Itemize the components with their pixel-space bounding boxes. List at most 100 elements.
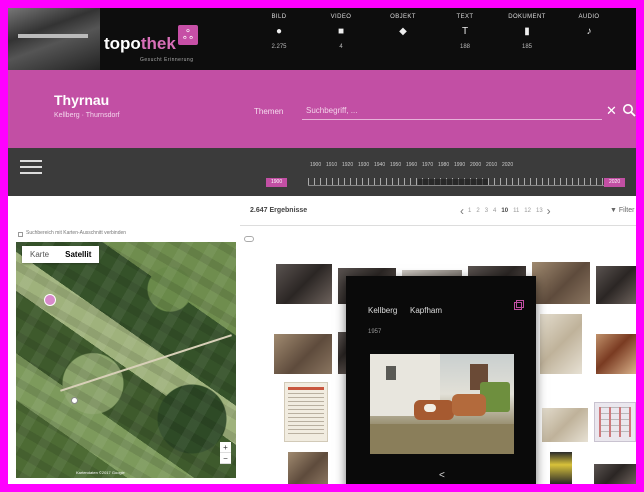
media-label: AUDIO (578, 14, 600, 20)
photo-cow (452, 394, 486, 416)
audio-icon: ♪ (586, 26, 592, 37)
logo-mark-icon: ஃ (178, 25, 198, 45)
map-sync-checkbox[interactable] (18, 232, 23, 237)
map-road (60, 334, 232, 392)
page-number[interactable]: 4 (493, 208, 496, 214)
media-label: OBJEKT (390, 14, 416, 20)
popup-location[interactable]: Kellberg (368, 306, 397, 315)
zoom-out-button[interactable]: − (220, 453, 231, 464)
result-thumbnail[interactable] (594, 464, 636, 484)
object-icon: ◆ (399, 26, 407, 37)
search-icon[interactable] (622, 103, 636, 117)
menu-icon[interactable] (20, 160, 42, 176)
page-number[interactable]: 12 (524, 208, 531, 214)
page-number[interactable]: 2 (476, 208, 479, 214)
page-list: 1 2 3 4 10 11 12 13 (468, 208, 543, 214)
map-marker-icon[interactable] (44, 294, 56, 306)
media-label: TEXT (456, 14, 474, 20)
timeline-year[interactable]: 1900 (310, 162, 321, 168)
timeline-year[interactable]: 2000 (470, 162, 481, 168)
next-page-icon[interactable]: › (547, 204, 551, 218)
video-icon: ■ (337, 26, 345, 37)
search-input[interactable] (302, 102, 602, 120)
satellite-map[interactable]: Karte Satellit + − Kartendaten ©2017 Goo… (16, 242, 236, 478)
result-thumbnail[interactable] (596, 266, 636, 304)
map-tab-map[interactable]: Karte (22, 246, 57, 263)
result-thumbnail[interactable] (274, 334, 332, 374)
result-thumbnail[interactable] (288, 452, 328, 484)
timeline-year[interactable]: 1990 (454, 162, 465, 168)
map-attribution: Kartendaten ©2017 Google (76, 470, 125, 475)
detail-popup[interactable]: Kellberg Kapfham 1957 < (346, 276, 536, 484)
map-sync-label: Suchbereich mit Karten-Ausschnitt verbin… (26, 230, 127, 236)
timeline-year[interactable]: 1920 (342, 162, 353, 168)
media-label: VIDEO (330, 14, 352, 20)
map-marker-icon[interactable] (71, 397, 78, 404)
logo-text-b: thek (140, 34, 176, 53)
result-thumbnail[interactable] (594, 402, 636, 442)
photo-ground (370, 424, 514, 454)
share-icon[interactable]: < (439, 470, 445, 481)
map-tab-satellite[interactable]: Satellit (57, 246, 99, 263)
timeline-selection (418, 179, 488, 185)
zoom-in-button[interactable]: + (220, 442, 231, 453)
page-number[interactable]: 11 (513, 208, 519, 214)
media-count: 185 (521, 44, 532, 50)
circle-icon: ● (275, 26, 283, 37)
result-thumbnail[interactable] (532, 262, 590, 304)
expand-icon[interactable] (514, 300, 524, 310)
header: topothek ஃ Gesucht Erinnerung BILD ● 2.2… (8, 8, 636, 70)
result-thumbnail[interactable] (596, 334, 636, 374)
timeline-year[interactable]: 1960 (406, 162, 417, 168)
result-thumbnail[interactable] (276, 264, 332, 304)
filter-button[interactable]: ▼ Filter (610, 207, 634, 214)
media-count: 4 (339, 44, 343, 50)
result-thumbnail[interactable] (542, 408, 588, 442)
timeline-year[interactable]: 1940 (374, 162, 385, 168)
page-number[interactable]: 3 (485, 208, 488, 214)
map-zoom-control: + − (220, 442, 231, 464)
timeline-year[interactable]: 1930 (358, 162, 369, 168)
text-icon: T (461, 26, 469, 37)
logo-photo (8, 8, 100, 70)
result-thumbnail[interactable] (540, 314, 582, 374)
timeline-year[interactable]: 1980 (438, 162, 449, 168)
result-thumbnail[interactable] (550, 452, 572, 484)
timeline-end-handle[interactable]: 2020 (604, 178, 626, 187)
map-panel: Suchbereich mit Karten-Ausschnitt verbin… (8, 196, 240, 484)
topics-dropdown[interactable]: Themen (254, 107, 283, 116)
media-tab-audio[interactable]: AUDIO ♪ (558, 14, 620, 50)
page-number[interactable]: 1 (468, 208, 471, 214)
timeline-year[interactable]: 1910 (326, 162, 337, 168)
pagination: ‹ 1 2 3 4 10 11 12 13 › (460, 204, 551, 218)
logo[interactable]: topothek (104, 34, 176, 54)
results-header: 2.647 Ergebnisse ‹ 1 2 3 4 10 11 12 13 › ▼ Filt… (240, 196, 636, 226)
media-tab-image[interactable]: BILD ● 2.275 (248, 14, 310, 50)
timeline-years: 1900 1910 1920 1930 1940 1950 1960 1970 1980 1990… (310, 162, 513, 168)
timeline-year[interactable]: 1970 (422, 162, 433, 168)
media-label: DOKUMENT (508, 14, 546, 20)
popup-photo[interactable] (370, 354, 514, 454)
logo-tagline: Gesucht Erinnerung (140, 57, 194, 63)
map-type-toggle: Karte Satellit (22, 246, 100, 263)
result-thumbnail[interactable] (284, 382, 328, 442)
media-tab-video[interactable]: VIDEO ■ 4 (310, 14, 372, 50)
media-tab-object[interactable]: OBJEKT ◆ (372, 14, 434, 50)
media-count: 188 (459, 44, 470, 50)
title-search-bar: Thyrnau Kellberg · Thurnsdorf Themen ✕ (8, 70, 636, 148)
page-frame: topothek ஃ Gesucht Erinnerung BILD ● 2.2… (8, 8, 636, 484)
media-tab-document[interactable]: DOKUMENT ▮ 185 (496, 14, 558, 50)
page-number[interactable]: 10 (501, 208, 508, 214)
page-number[interactable]: 13 (536, 208, 543, 214)
media-type-nav: BILD ● 2.275 VIDEO ■ 4 OBJEKT ◆ TEXT T 1… (248, 14, 620, 50)
timeline-year[interactable]: 2010 (486, 162, 497, 168)
media-tab-text[interactable]: TEXT T 188 (434, 14, 496, 50)
timeline-year[interactable]: 2020 (502, 162, 513, 168)
clear-search-icon[interactable]: ✕ (606, 103, 617, 119)
timeline-bar: 1900 1910 1920 1930 1940 1950 1960 1970 1980 1990… (8, 148, 636, 196)
timeline-year[interactable]: 1950 (390, 162, 401, 168)
map-collapse-toggle[interactable] (244, 236, 254, 242)
prev-page-icon[interactable]: ‹ (460, 204, 464, 218)
timeline-start-handle[interactable]: 1900 (266, 178, 288, 187)
photo-window (386, 366, 396, 380)
